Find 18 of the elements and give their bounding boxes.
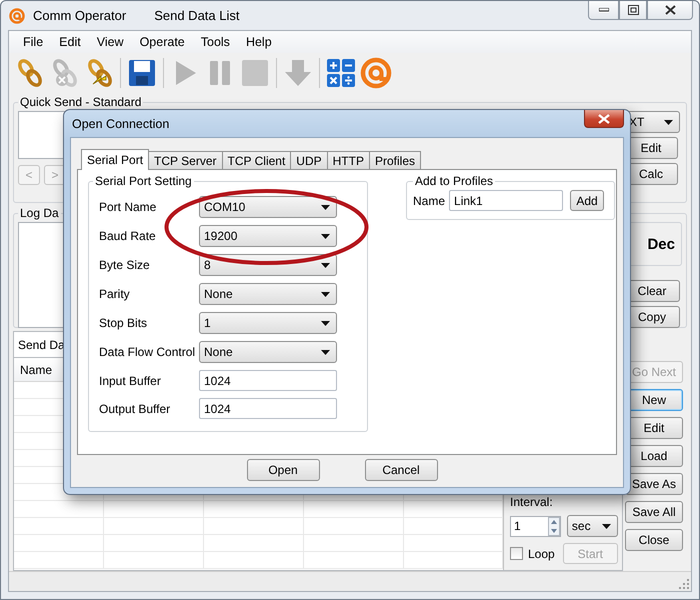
display-mode-label: Dec xyxy=(647,236,675,252)
loop-label: Loop xyxy=(528,546,555,560)
group-title: Add to Profiles xyxy=(414,174,494,188)
field-label: Baud Rate xyxy=(99,229,157,243)
field-label: Port Name xyxy=(99,200,158,214)
group-title: Quick Send - Standard xyxy=(19,95,142,109)
group-title: Log Da xyxy=(19,206,60,220)
dialog-title: Open Connection xyxy=(72,116,170,130)
field-label: Byte Size xyxy=(99,258,151,272)
field-label: Name xyxy=(413,194,446,208)
field-label: Data Flow Control xyxy=(99,345,196,359)
field-label: Stop Bits xyxy=(99,316,148,330)
interval-label: Interval: xyxy=(510,495,554,509)
group-title: Serial Port Setting xyxy=(94,174,193,188)
window-subtitle: Send Data List xyxy=(154,8,240,23)
window-title: Comm Operator xyxy=(33,8,126,23)
field-label: Output Buffer xyxy=(99,402,172,416)
field-label: Parity xyxy=(99,287,131,301)
